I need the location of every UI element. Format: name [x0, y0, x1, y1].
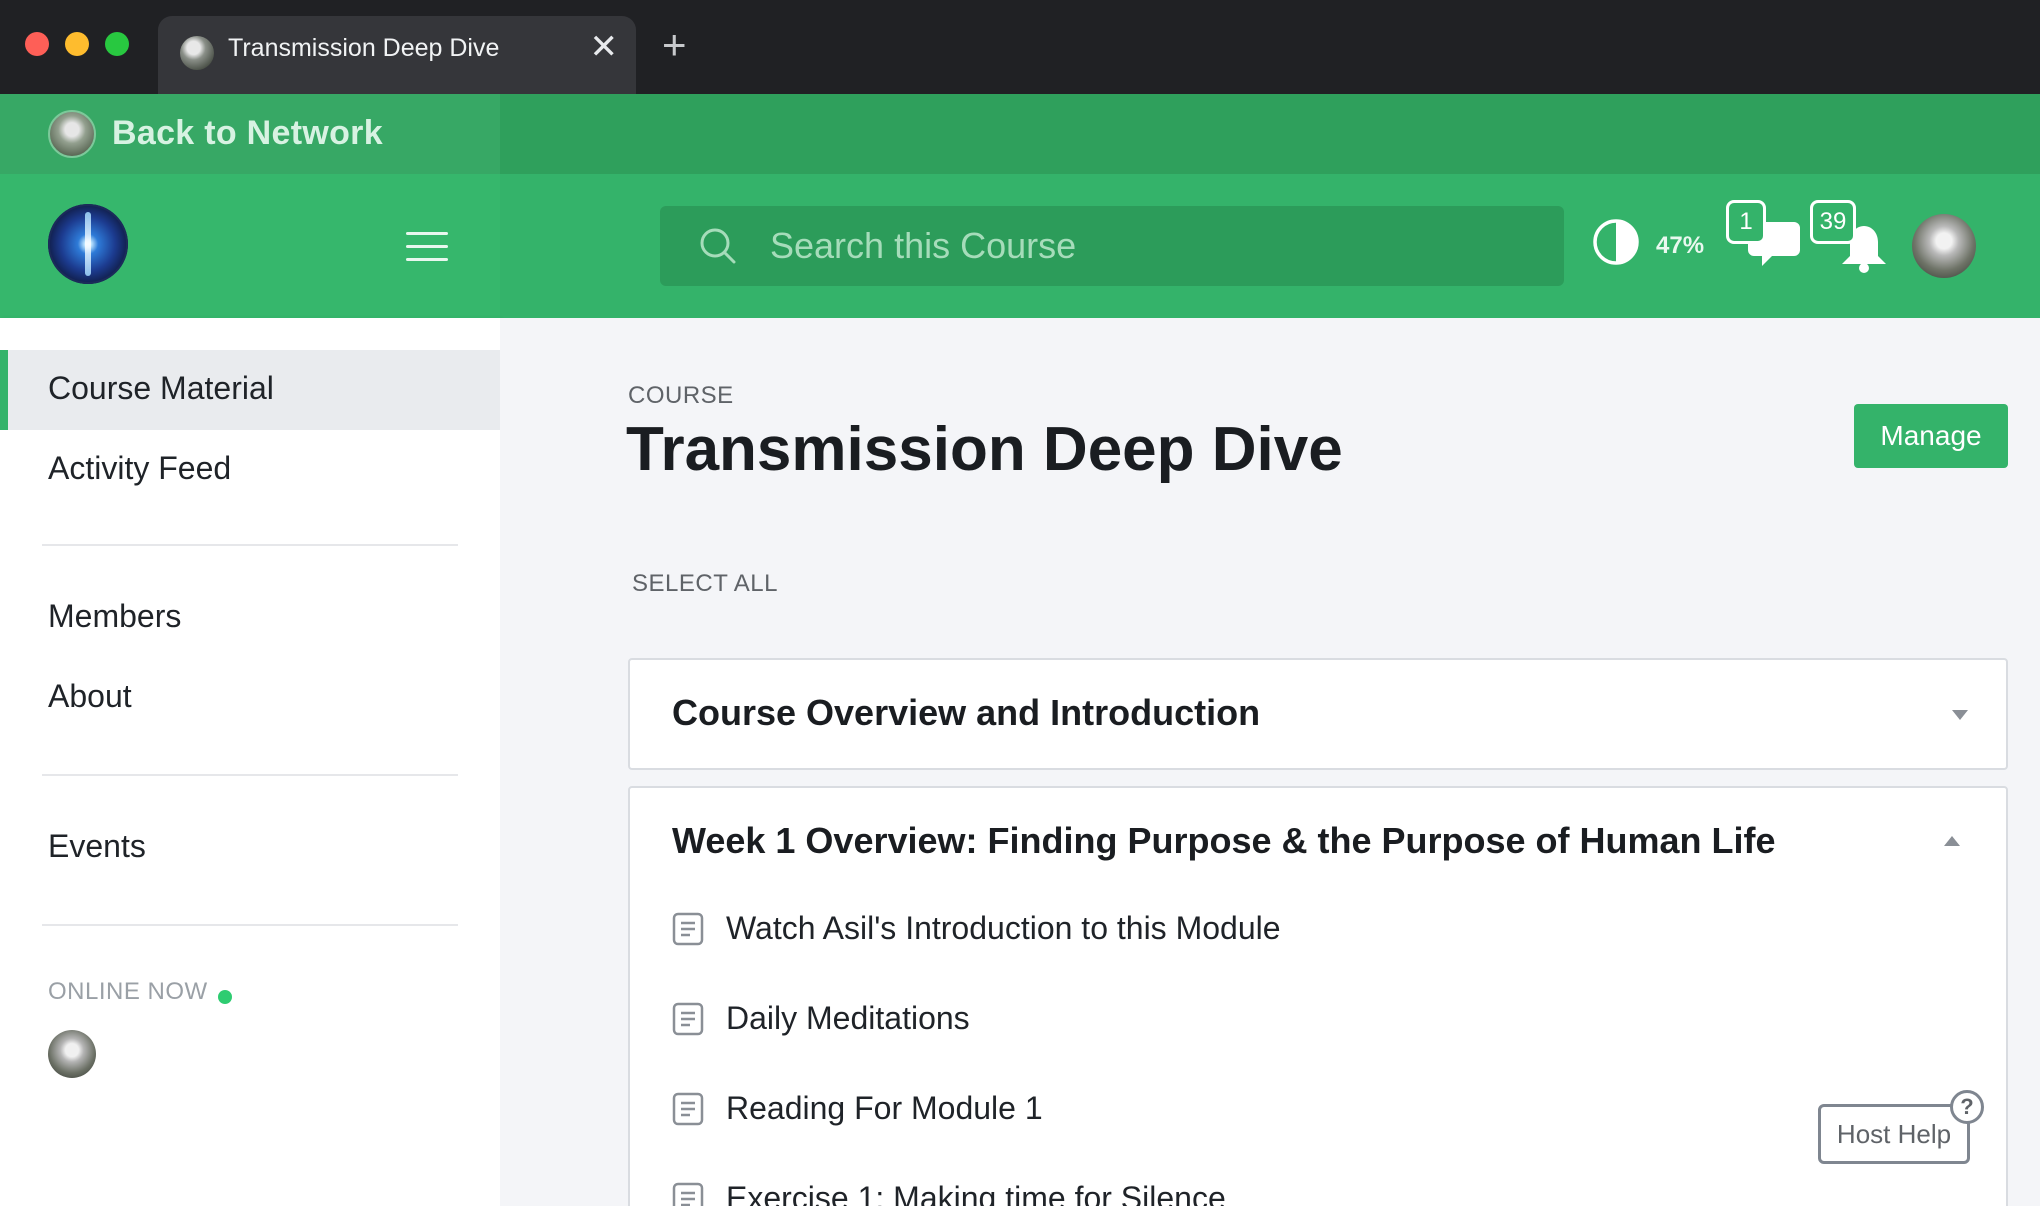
- sidebar-item-label: Events: [48, 828, 146, 864]
- header-brand-area: [0, 174, 500, 318]
- question-mark-icon[interactable]: ?: [1950, 1090, 1984, 1124]
- network-avatar: [48, 110, 96, 158]
- section-card[interactable]: Course Overview and Introduction: [628, 658, 2008, 770]
- messages-count-badge: 1: [1726, 200, 1766, 244]
- course-header: 47% 1 39: [0, 174, 2040, 318]
- minimize-window-button[interactable]: [65, 32, 89, 56]
- sidebar-item-about[interactable]: About: [0, 658, 500, 738]
- sidebar-divider: [42, 544, 458, 546]
- online-member-avatar[interactable]: [48, 1030, 96, 1078]
- online-now-label: ONLINE NOW: [48, 978, 208, 1005]
- sidebar-divider: [42, 774, 458, 776]
- notifications-count-badge: 39: [1810, 200, 1856, 244]
- maximize-window-button[interactable]: [105, 32, 129, 56]
- sidebar-divider: [42, 924, 458, 926]
- sidebar-item-activity-feed[interactable]: Activity Feed: [0, 430, 500, 510]
- new-tab-button[interactable]: +: [662, 24, 687, 66]
- lesson-label: Exercise 1: Making time for Silence: [726, 1180, 1226, 1206]
- chevron-up-icon[interactable]: [1944, 836, 1960, 846]
- section-title: Course Overview and Introduction: [672, 692, 1261, 733]
- half-circle-icon[interactable]: [1592, 218, 1640, 266]
- user-avatar[interactable]: [1912, 214, 1976, 278]
- sidebar-item-members[interactable]: Members: [0, 578, 500, 658]
- lesson-label: Reading For Module 1: [726, 1090, 1043, 1126]
- section-card: Week 1 Overview: Finding Purpose & the P…: [628, 786, 2008, 1206]
- tab-close-icon[interactable]: ✕: [590, 30, 619, 64]
- document-icon: [672, 1182, 704, 1206]
- back-to-network-link[interactable]: Back to Network: [0, 94, 500, 174]
- sidebar-item-course-material[interactable]: Course Material: [0, 350, 500, 430]
- messages-button[interactable]: 1: [1724, 200, 1800, 272]
- chevron-down-icon[interactable]: [1952, 710, 1968, 720]
- lesson-label: Watch Asil's Introduction to this Module: [726, 910, 1281, 946]
- lesson-label: Daily Meditations: [726, 1000, 970, 1036]
- sidebar-item-label: Members: [48, 598, 182, 634]
- network-bar: Back to Network: [0, 94, 2040, 174]
- sidebar-item-label: Course Material: [48, 370, 274, 406]
- notifications-button[interactable]: 39: [1808, 200, 1890, 276]
- main-content: COURSE Transmission Deep Dive Manage SEL…: [500, 318, 2040, 1206]
- progress-percent: 47%: [1656, 232, 1705, 259]
- host-help-button[interactable]: Host Help: [1818, 1104, 1970, 1164]
- page-title: Transmission Deep Dive: [626, 415, 1343, 484]
- sidebar-item-events[interactable]: Events: [0, 808, 500, 888]
- search-icon: [700, 228, 736, 264]
- tab-title: Transmission Deep Dive: [228, 34, 500, 62]
- document-icon: [672, 1092, 704, 1126]
- select-all-link[interactable]: SELECT ALL: [632, 570, 778, 598]
- sidebar: Course Material Activity Feed Members Ab…: [0, 318, 500, 1206]
- browser-tabbar: Transmission Deep Dive ✕ +: [0, 0, 2040, 94]
- search-input[interactable]: [770, 206, 1530, 286]
- manage-button[interactable]: Manage: [1854, 404, 2008, 468]
- back-to-network-label: Back to Network: [112, 114, 383, 152]
- hamburger-icon[interactable]: [406, 232, 448, 264]
- lesson-item[interactable]: Daily Meditations: [672, 990, 1872, 1050]
- document-icon: [672, 912, 704, 946]
- sidebar-item-label: About: [48, 678, 132, 714]
- lesson-item[interactable]: Watch Asil's Introduction to this Module: [672, 900, 1872, 960]
- community-logo[interactable]: [48, 204, 128, 284]
- search-bar[interactable]: [660, 206, 1564, 286]
- course-kicker: COURSE: [628, 382, 734, 409]
- online-status-dot: [218, 990, 232, 1004]
- tab-favicon-icon: [180, 36, 214, 70]
- lesson-item[interactable]: Exercise 1: Making time for Silence: [672, 1170, 1872, 1206]
- section-title[interactable]: Week 1 Overview: Finding Purpose & the P…: [672, 820, 1776, 862]
- sidebar-item-label: Activity Feed: [48, 450, 232, 486]
- browser-tab[interactable]: Transmission Deep Dive ✕: [158, 16, 636, 94]
- document-icon: [672, 1002, 704, 1036]
- close-window-button[interactable]: [25, 32, 49, 56]
- lesson-item[interactable]: Reading For Module 1: [672, 1080, 1872, 1140]
